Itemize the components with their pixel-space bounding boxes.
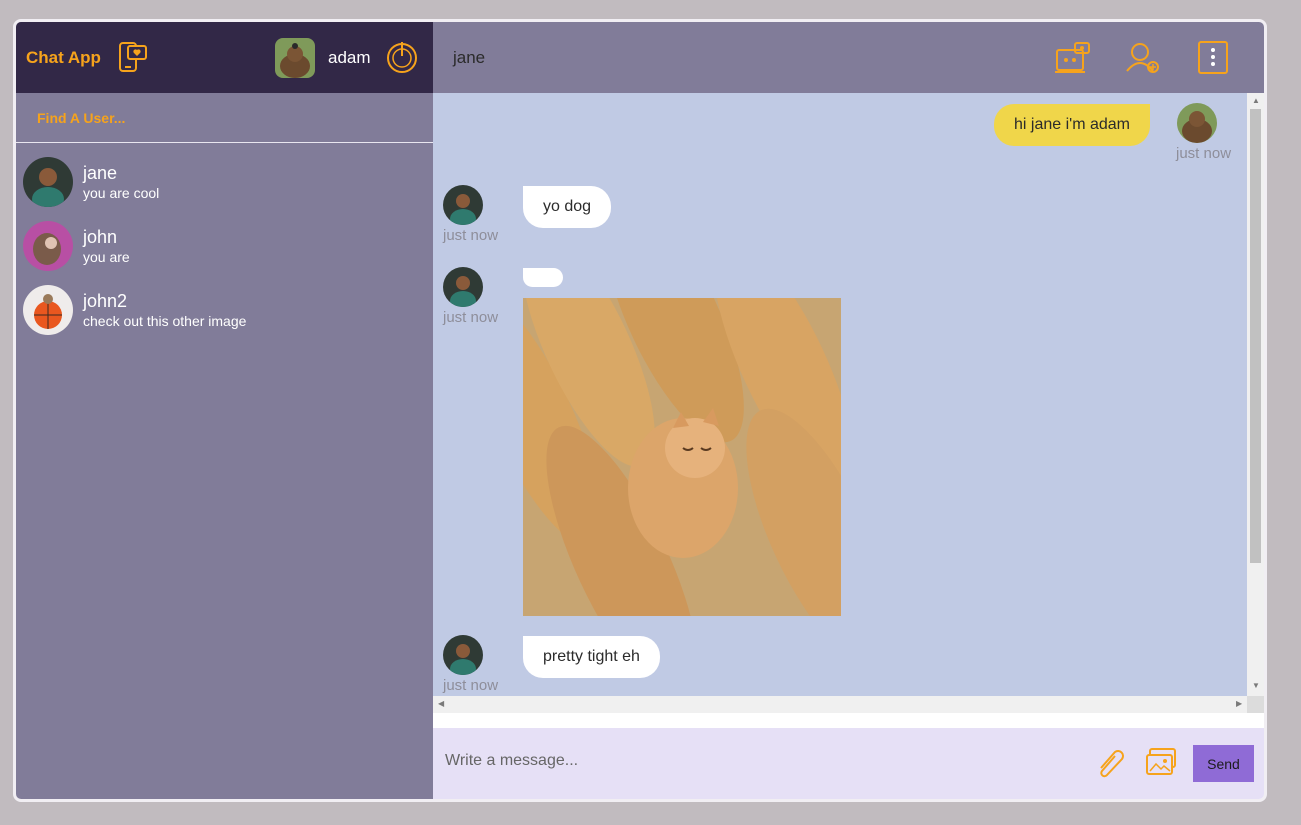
search-input[interactable]: [37, 109, 397, 126]
contact-item-john2[interactable]: john2 check out this other image: [16, 278, 433, 342]
current-user-name: adam: [328, 48, 371, 67]
video-camera-icon[interactable]: [1055, 41, 1091, 75]
contact-item-john[interactable]: john you are: [16, 214, 433, 278]
chat-app: Chat App adam Find A User... jane you ar…: [13, 19, 1267, 802]
scroll-up-icon[interactable]: ▲: [1252, 96, 1260, 105]
vertical-scrollbar[interactable]: ▲ ▼: [1247, 93, 1264, 713]
message-bubble-outgoing: hi jane i'm adam: [994, 104, 1150, 146]
user-search: [16, 93, 433, 143]
add-user-icon[interactable]: [1125, 41, 1161, 75]
message-time: just now: [443, 677, 499, 694]
more-vertical-icon[interactable]: [1195, 41, 1231, 75]
message-bubble-incoming: [523, 268, 563, 287]
contact-last-message: you are cool: [83, 185, 160, 201]
scroll-down-icon[interactable]: ▼: [1252, 681, 1260, 690]
message-input[interactable]: [445, 752, 1085, 770]
contact-last-message: check out this other image: [83, 313, 247, 329]
message-time: just now: [1176, 145, 1232, 162]
avatar[interactable]: [275, 38, 315, 78]
message-image[interactable]: [462, 194, 894, 701]
contact-name: john: [83, 227, 118, 247]
avatar: [23, 221, 73, 271]
image-upload-icon[interactable]: [1145, 747, 1177, 777]
contact-name: jane: [83, 163, 118, 183]
chat-heart-phone-icon: [116, 40, 150, 74]
scroll-thumb[interactable]: [1250, 109, 1261, 563]
message-composer: Send: [433, 728, 1264, 799]
send-button[interactable]: Send: [1193, 745, 1254, 782]
power-icon[interactable]: [385, 40, 419, 74]
sidebar: Chat App adam Find A User... jane you ar…: [16, 22, 433, 799]
message-bubble-incoming: pretty tight eh: [523, 636, 660, 678]
contact-name: john2: [83, 291, 128, 311]
scroll-right-icon[interactable]: ▶: [1236, 699, 1242, 708]
sidebar-header: Chat App adam: [16, 22, 433, 93]
avatar: [443, 185, 483, 225]
avatar: [23, 285, 73, 335]
avatar: [1177, 103, 1217, 143]
chat-panel: jane hi jane i'm adam just now just now …: [433, 22, 1264, 799]
chat-title: jane: [453, 47, 486, 67]
scroll-left-icon[interactable]: ◀: [438, 699, 444, 708]
message-time: just now: [443, 227, 499, 244]
horizontal-scrollbar[interactable]: ◀ ▶: [433, 696, 1248, 713]
paperclip-icon[interactable]: [1095, 746, 1129, 780]
chat-header: jane: [433, 22, 1264, 93]
scrollbar-corner: [1247, 696, 1264, 713]
contact-item-jane[interactable]: jane you are cool: [16, 150, 433, 214]
avatar: [23, 157, 73, 207]
contact-last-message: you are: [83, 249, 130, 265]
message-time: just now: [443, 309, 499, 326]
avatar: [443, 635, 483, 675]
message-bubble-incoming: yo dog: [523, 186, 612, 228]
message-list[interactable]: hi jane i'm adam just now just now yo do…: [433, 93, 1264, 713]
contact-list: jane you are cool john you are john2 che…: [16, 143, 433, 342]
avatar: [443, 267, 483, 307]
app-brand: Chat App: [26, 47, 101, 67]
